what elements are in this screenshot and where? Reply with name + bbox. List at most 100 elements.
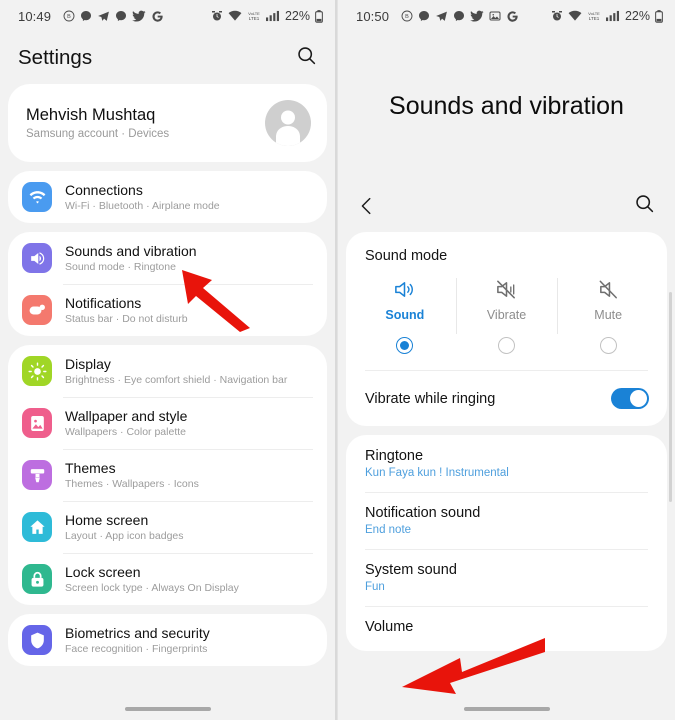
sidebar-item-home-screen[interactable]: Home screen Layout · App icon badges (8, 501, 327, 553)
sidebar-item-notifications[interactable]: Notifications Status bar · Do not distur… (8, 284, 327, 336)
account-card[interactable]: Mehvish Mushtaq Samsung account · Device… (8, 84, 327, 162)
item-text: Wallpaper and style Wallpapers · Color p… (65, 408, 313, 438)
search-icon[interactable] (634, 193, 655, 219)
messenger-icon (418, 10, 430, 22)
volume-on-icon (393, 276, 416, 302)
sidebar-item-sounds-and-vibration[interactable]: Sounds and vibration Sound mode · Ringto… (8, 232, 327, 284)
sound-mode-option-label: Vibrate (486, 308, 527, 322)
item-title: Biometrics and security (65, 625, 210, 641)
account-text: Mehvish Mushtaq Samsung account · Device… (26, 106, 265, 140)
item-title: Lock screen (65, 564, 141, 580)
sound-mode-card: Sound mode Sound Vibrate Mute Vibrate wh… (346, 232, 667, 426)
sound-mode-option-label: Mute (594, 308, 623, 322)
signal-icon (265, 10, 279, 22)
vibrate-icon (495, 276, 518, 302)
google-icon (151, 10, 164, 23)
wifi-icon (568, 10, 582, 22)
navigation-bar-right (338, 698, 675, 720)
item-subtitle: Screen lock type · Always On Display (65, 582, 239, 594)
item-subtitle: Brightness · Eye comfort shield · Naviga… (65, 374, 288, 386)
list-item-title: Notification sound (365, 505, 481, 521)
sound-items-card: Ringtone Kun Faya kun ! Instrumental Not… (346, 435, 667, 651)
sidebar-item-connections[interactable]: Connections Wi-Fi · Bluetooth · Airplane… (8, 171, 327, 223)
sidebar-item-themes[interactable]: Themes Themes · Wallpapers · Icons (8, 449, 327, 501)
volte-icon: VoLTE LTE1 (587, 10, 601, 22)
messenger-icon (80, 10, 92, 22)
badge-b-icon: B (63, 10, 75, 22)
back-chevron-icon[interactable] (356, 195, 378, 217)
item-title: Home screen (65, 512, 149, 528)
svg-text:LTE1: LTE1 (589, 16, 600, 21)
sound-mode-options: Sound Vibrate Mute (346, 264, 667, 370)
list-item-title: System sound (365, 562, 457, 578)
badge-b-icon: B (401, 10, 413, 22)
vibrate-while-ringing-toggle[interactable] (611, 388, 649, 409)
item-title: Display (65, 356, 111, 372)
alarm-icon (211, 10, 223, 22)
list-item-system-sound[interactable]: System sound Fun (346, 549, 667, 606)
item-subtitle: Wallpapers · Color palette (65, 426, 186, 438)
speaker-icon (22, 243, 52, 273)
avatar[interactable] (265, 100, 311, 146)
item-subtitle: Layout · App icon badges (65, 530, 184, 542)
radio-vibrate[interactable] (498, 337, 515, 354)
status-bar-right-icons: VoLTE LTE1 22% (551, 9, 663, 23)
photos-icon (489, 10, 501, 22)
battery-icon (315, 9, 323, 23)
notification-icon (22, 295, 52, 325)
twitter-icon (470, 9, 484, 23)
sound-mode-option-mute[interactable]: Mute (557, 276, 659, 354)
scrollbar[interactable] (669, 292, 672, 502)
twitter-icon (132, 9, 146, 23)
brightness-icon (22, 356, 52, 386)
vibrate-while-ringing-row[interactable]: Vibrate while ringing (346, 371, 667, 426)
radio-sound[interactable] (396, 337, 414, 354)
clock: 10:49 (18, 8, 52, 24)
home-pill[interactable] (124, 707, 211, 711)
wifi-icon (22, 182, 52, 212)
status-bar-right-icons: VoLTE LTE1 22% (211, 9, 323, 23)
telegram-icon (97, 10, 110, 23)
item-title: Sounds and vibration (65, 243, 197, 259)
sound-mode-option-label: Sound (385, 308, 425, 322)
radio-mute[interactable] (599, 337, 617, 354)
volte-icon: VoLTE LTE1 (247, 10, 261, 22)
svg-text:B: B (405, 14, 409, 20)
sound-mode-option-sound[interactable]: Sound (354, 276, 456, 354)
settings-group-sounds: Sounds and vibration Sound mode · Ringto… (8, 232, 327, 336)
left-phone-screen: 10:49 B VoLTE LTE1 22% Settings Mehvish … (0, 0, 337, 720)
search-icon[interactable] (296, 45, 317, 71)
status-bar-left-icons: 10:50 B (356, 9, 551, 24)
navigation-bar-left (0, 698, 335, 720)
account-subtitle: Samsung account · Devices (26, 128, 170, 140)
list-item-ringtone[interactable]: Ringtone Kun Faya kun ! Instrumental (346, 435, 667, 492)
sidebar-item-lock-screen[interactable]: Lock screen Screen lock type · Always On… (8, 553, 327, 605)
clock: 10:50 (356, 8, 390, 24)
item-text: Biometrics and security Face recognition… (65, 625, 313, 655)
item-subtitle: Status bar · Do not disturb (65, 313, 188, 325)
sidebar-item-display[interactable]: Display Brightness · Eye comfort shield … (8, 345, 327, 397)
svg-text:VoLTE: VoLTE (588, 11, 600, 16)
item-text: Home screen Layout · App icon badges (65, 512, 313, 542)
sub-action-bar (338, 180, 675, 232)
list-item-value: Fun (365, 581, 385, 593)
status-bar-right: 10:50 B VoLTE LTE1 22% (338, 0, 675, 32)
shield-icon (22, 625, 52, 655)
sound-mode-option-vibrate[interactable]: Vibrate (455, 276, 558, 354)
status-bar-left-icons: 10:49 B (18, 9, 211, 24)
account-row[interactable]: Mehvish Mushtaq Samsung account · Device… (8, 84, 327, 162)
home-pill[interactable] (463, 707, 550, 711)
sidebar-item-biometrics-and-security[interactable]: Biometrics and security Face recognition… (8, 614, 327, 666)
list-item-title: Volume (365, 619, 414, 635)
sound-mode-label: Sound mode (365, 248, 448, 264)
battery-icon (655, 9, 663, 23)
mute-icon (597, 276, 620, 302)
svg-text:B: B (67, 14, 71, 20)
item-text: Themes Themes · Wallpapers · Icons (65, 460, 313, 490)
wifi-icon (228, 10, 242, 22)
account-name: Mehvish Mushtaq (26, 106, 156, 124)
person-avatar-icon (276, 110, 300, 146)
list-item-volume[interactable]: Volume (346, 606, 667, 651)
list-item-notification-sound[interactable]: Notification sound End note (346, 492, 667, 549)
sidebar-item-wallpaper-and-style[interactable]: Wallpaper and style Wallpapers · Color p… (8, 397, 327, 449)
